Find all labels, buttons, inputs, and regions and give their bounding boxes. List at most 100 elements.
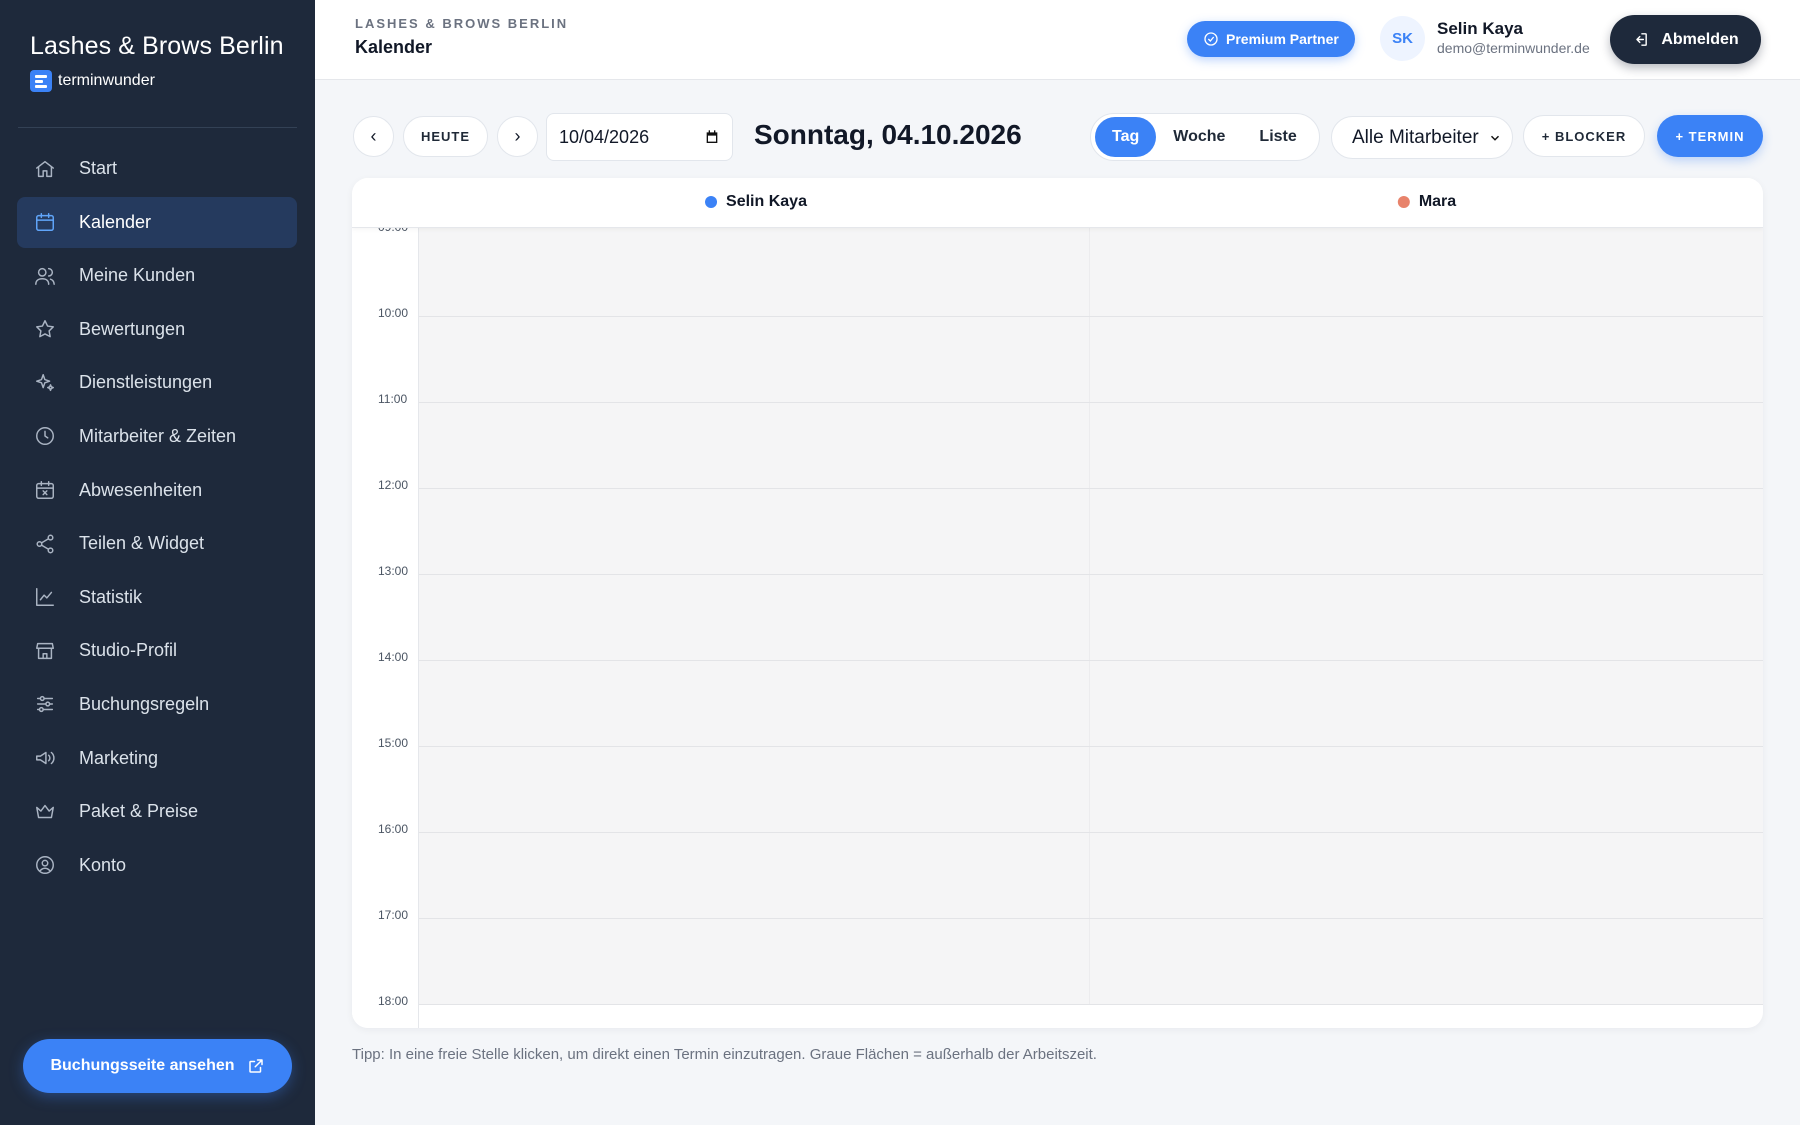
- chevron-down-icon: [1490, 135, 1500, 141]
- sidebar: Lashes & Brows Berlin terminwunder Start…: [0, 0, 315, 1125]
- time-label: 16:00: [378, 822, 409, 836]
- sidebar-item-label: Start: [79, 158, 118, 178]
- home-icon: [33, 157, 57, 181]
- column-label: Mara: [1418, 193, 1457, 210]
- staff-filter-value: Alle Mitarbeiter: [1352, 126, 1479, 148]
- sidebar-item-bewertungen[interactable]: Bewertungen: [17, 304, 297, 355]
- crown-icon: [33, 800, 57, 824]
- sidebar-item-label: Teilen & Widget: [79, 533, 205, 554]
- sidebar-item-konto[interactable]: Konto: [17, 840, 297, 891]
- hour-line: [419, 746, 1763, 747]
- view-week-tab[interactable]: Woche: [1156, 117, 1242, 157]
- page-title: Kalender: [355, 37, 433, 57]
- sidebar-item-label: Buchungsregeln: [79, 693, 210, 714]
- chart-icon: [33, 585, 57, 609]
- hour-line: [419, 918, 1763, 919]
- view-toggle: Tag Woche Liste: [1090, 113, 1320, 161]
- user-email: demo@terminwunder.de: [1437, 40, 1590, 56]
- hour-line: [419, 488, 1763, 489]
- logo-text: terminwunder: [58, 72, 155, 89]
- store-icon: [33, 639, 57, 663]
- time-label: 15:00: [378, 736, 409, 750]
- add-appointment-button[interactable]: + TERMIN: [1657, 115, 1763, 157]
- time-label: 14:00: [378, 650, 409, 664]
- top-header: LASHES & BROWS BERLIN Kalender Premium P…: [315, 0, 1800, 80]
- column-label: Selin Kaya: [726, 193, 807, 210]
- premium-partner-badge[interactable]: Premium Partner: [1187, 21, 1355, 57]
- sidebar-item-label: Statistik: [79, 586, 143, 607]
- share-icon: [33, 532, 57, 556]
- sidebar-item-label: Paket & Preise: [79, 801, 199, 822]
- time-label: 10:00: [378, 306, 409, 320]
- sidebar-item-label: Mitarbeiter & Zeiten: [79, 425, 237, 446]
- view-list-tab[interactable]: Liste: [1242, 117, 1313, 157]
- logout-label: Abmelden: [1661, 30, 1739, 48]
- calendar-column-header: Selin Kaya Mara: [352, 178, 1763, 228]
- today-button[interactable]: HEUTE: [403, 116, 488, 157]
- user-name: Selin Kaya: [1437, 19, 1523, 38]
- sidebar-item-label: Dienstleistungen: [79, 372, 213, 393]
- sidebar-item-kalender[interactable]: Kalender: [17, 196, 297, 248]
- day-title: Sonntag, 04.10.2026: [754, 119, 1022, 150]
- calendar-picker-icon[interactable]: [704, 129, 720, 145]
- sidebar-item-label: Abwesenheiten: [79, 479, 203, 500]
- sidebar-divider: [18, 127, 297, 128]
- staff-color-dot: [1397, 196, 1410, 208]
- star-icon: [33, 317, 57, 341]
- date-input[interactable]: 10/04/2026: [546, 113, 733, 161]
- sidebar-item-mitarbeiter-zeiten[interactable]: Mitarbeiter & Zeiten: [17, 411, 297, 462]
- time-label: 11:00: [378, 392, 408, 406]
- badge-check-icon: [1204, 32, 1218, 46]
- sidebar-item-abwesenheiten[interactable]: Abwesenheiten: [17, 465, 297, 516]
- column-mara: Mara: [1397, 193, 1457, 211]
- calendar-tip: Tipp: In eine freie Stelle klicken, um d…: [352, 1046, 1097, 1063]
- sidebar-item-teilen-widget[interactable]: Teilen & Widget: [17, 518, 297, 569]
- sidebar-item-label: Bewertungen: [79, 318, 186, 339]
- users-icon: [33, 264, 57, 288]
- calendar-icon: [33, 210, 57, 234]
- date-value: 10/04/2026: [559, 126, 650, 147]
- sidebar-item-paket-preise[interactable]: Paket & Preise: [17, 786, 297, 837]
- time-label: 12:00: [378, 478, 409, 492]
- user-circle-icon: [33, 853, 57, 877]
- time-grid[interactable]: [419, 228, 1763, 1004]
- staff-color-dot: [705, 196, 718, 208]
- hour-line: [419, 1004, 1763, 1005]
- megaphone-icon: [33, 746, 57, 770]
- time-label: 13:00: [378, 564, 409, 578]
- hour-line: [419, 660, 1763, 661]
- sidebar-item-meine-kunden[interactable]: Meine Kunden: [17, 250, 297, 301]
- sidebar-item-label: Meine Kunden: [79, 265, 196, 286]
- sidebar-item-label: Studio-Profil: [79, 640, 178, 661]
- sidebar-item-label: Marketing: [79, 747, 159, 768]
- hour-line: [419, 574, 1763, 575]
- sidebar-item-start[interactable]: Start: [17, 143, 297, 194]
- time-label: 18:00: [378, 994, 409, 1008]
- booking-button-label: Buchungsseite ansehen: [50, 1057, 235, 1074]
- logout-button[interactable]: Abmelden: [1610, 15, 1761, 64]
- sidebar-nav: Start Kalender Meine Kunden Bewertungen …: [17, 143, 297, 893]
- hour-line: [419, 402, 1763, 403]
- terminwunder-logo[interactable]: terminwunder: [30, 70, 155, 92]
- sidebar-item-buchungsregeln[interactable]: Buchungsregeln: [17, 679, 297, 730]
- view-booking-page-button[interactable]: Buchungsseite ansehen: [23, 1039, 292, 1093]
- logo-icon: [30, 70, 52, 92]
- hour-line: [419, 832, 1763, 833]
- previous-day-button[interactable]: ‹: [353, 116, 394, 157]
- studio-kicker: LASHES & BROWS BERLIN: [355, 16, 569, 31]
- view-day-tab[interactable]: Tag: [1095, 117, 1157, 157]
- avatar[interactable]: SK: [1380, 16, 1425, 61]
- staff-filter-select[interactable]: Alle Mitarbeiter: [1331, 116, 1513, 159]
- add-blocker-button[interactable]: + BLOCKER: [1523, 115, 1645, 157]
- calendar-x-icon: [33, 478, 57, 502]
- column-divider: [1089, 228, 1090, 1004]
- sidebar-item-marketing[interactable]: Marketing: [17, 733, 297, 784]
- sidebar-item-dienstleistungen[interactable]: Dienstleistungen: [17, 357, 297, 408]
- logout-icon: [1636, 33, 1648, 46]
- column-selin-kaya: Selin Kaya: [705, 193, 807, 211]
- sidebar-item-label: Konto: [79, 854, 127, 875]
- sidebar-item-studio-profil[interactable]: Studio-Profil: [17, 625, 297, 676]
- next-day-button[interactable]: ›: [497, 116, 538, 157]
- clock-icon: [33, 424, 57, 448]
- sidebar-item-statistik[interactable]: Statistik: [17, 572, 297, 623]
